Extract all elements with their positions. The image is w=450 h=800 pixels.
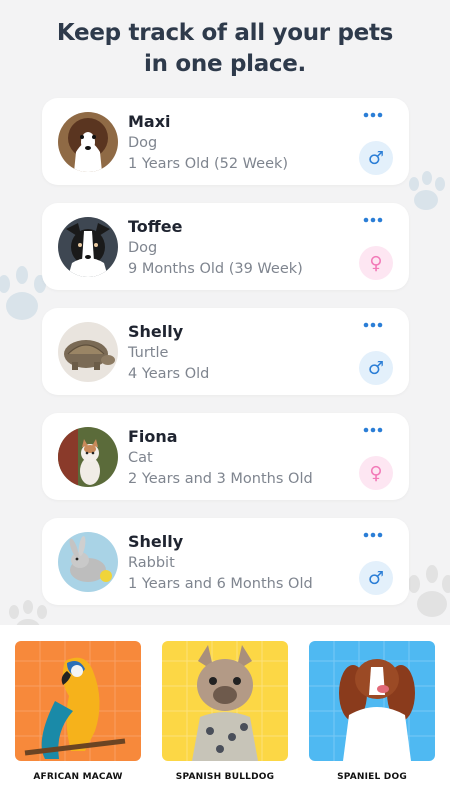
pet-age: 4 Years Old bbox=[128, 366, 210, 382]
gender-male-icon: ♂ bbox=[359, 351, 393, 385]
pet-card[interactable]: Maxi Dog 1 Years Old (52 Week) ♂ bbox=[42, 98, 409, 185]
pet-card[interactable]: Toffee Dog 9 Months Old (39 Week) ♀ bbox=[42, 203, 409, 290]
breed-label: AFRICAN MACAW bbox=[33, 772, 123, 782]
breed-card-spanish-bulldog[interactable] bbox=[162, 641, 288, 761]
breed-gallery: AFRICAN MACAW SPANISH BULLDOG SPANIEL DO… bbox=[0, 625, 450, 800]
pet-card[interactable]: Fiona Cat 2 Years and 3 Months Old ♀ bbox=[42, 413, 409, 500]
more-options-icon[interactable] bbox=[361, 528, 385, 542]
headline-line-2: in one place. bbox=[144, 51, 306, 77]
breed-label: SPANISH BULLDOG bbox=[175, 772, 275, 782]
pet-name: Fiona bbox=[128, 427, 178, 446]
pet-avatar bbox=[58, 112, 118, 172]
pet-age: 1 Years Old (52 Week) bbox=[128, 156, 289, 172]
breed-card-spaniel-dog[interactable] bbox=[309, 641, 435, 761]
pet-avatar bbox=[58, 217, 118, 277]
breed-card-african-macaw[interactable] bbox=[15, 641, 141, 761]
pet-name: Toffee bbox=[128, 217, 183, 236]
pet-name: Shelly bbox=[128, 322, 184, 341]
breed-label: SPANIEL DOG bbox=[337, 772, 407, 782]
more-options-icon[interactable] bbox=[361, 318, 385, 332]
pet-name: Maxi bbox=[128, 112, 171, 131]
pet-type: Cat bbox=[128, 450, 153, 466]
pet-type: Turtle bbox=[128, 345, 169, 361]
page-headline: Keep track of all your pets in one place… bbox=[0, 18, 450, 80]
pet-age: 2 Years and 3 Months Old bbox=[128, 471, 313, 487]
gender-male-icon: ♂ bbox=[359, 561, 393, 595]
more-options-icon[interactable] bbox=[361, 423, 385, 437]
pet-avatar bbox=[58, 532, 118, 592]
pet-age: 9 Months Old (39 Week) bbox=[128, 261, 303, 277]
gender-male-icon: ♂ bbox=[359, 141, 393, 175]
gender-female-icon: ♀ bbox=[359, 246, 393, 280]
pet-avatar bbox=[58, 322, 118, 382]
pet-card[interactable]: Shelly Turtle 4 Years Old ♂ bbox=[42, 308, 409, 395]
headline-line-1: Keep track of all your pets bbox=[56, 20, 394, 46]
pet-name: Shelly bbox=[128, 532, 184, 551]
pet-avatar bbox=[58, 427, 118, 487]
pet-type: Rabbit bbox=[128, 555, 175, 571]
gender-female-icon: ♀ bbox=[359, 456, 393, 490]
pet-type: Dog bbox=[128, 135, 158, 151]
pet-card[interactable]: Shelly Rabbit 1 Years and 6 Months Old ♂ bbox=[42, 518, 409, 605]
pet-age: 1 Years and 6 Months Old bbox=[128, 576, 313, 592]
more-options-icon[interactable] bbox=[361, 108, 385, 122]
pet-type: Dog bbox=[128, 240, 158, 256]
paw-decoration-icon bbox=[9, 600, 47, 626]
more-options-icon[interactable] bbox=[361, 213, 385, 227]
